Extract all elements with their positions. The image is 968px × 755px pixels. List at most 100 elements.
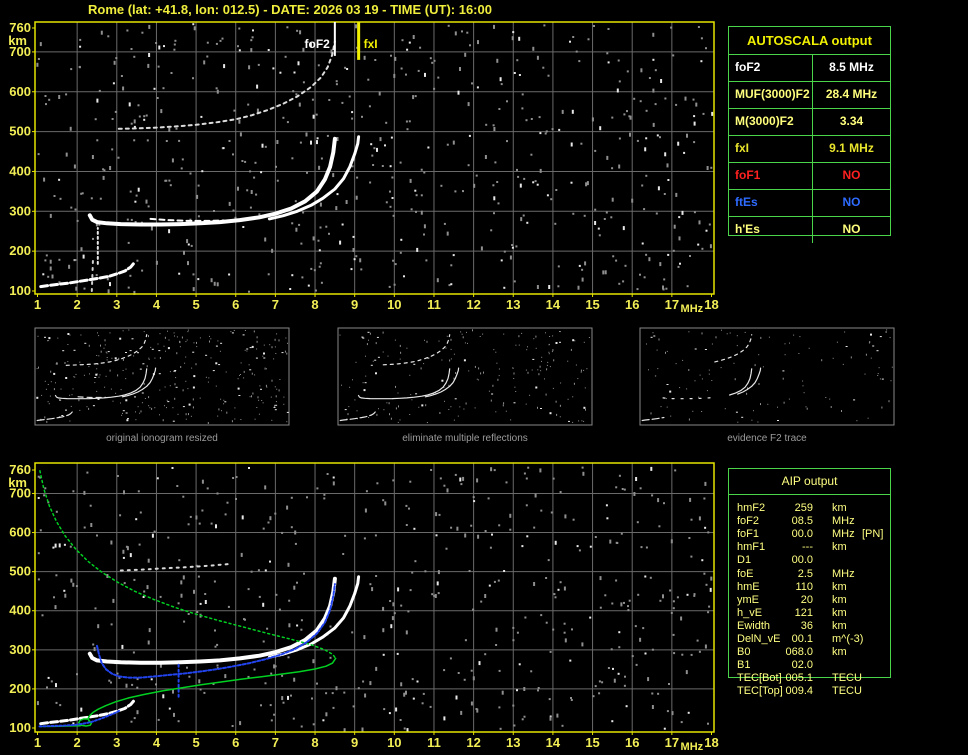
autoscala-param-value: NO	[813, 190, 890, 216]
svg-text:16: 16	[625, 735, 639, 750]
autoscala-row-foF1: foF1NO	[729, 163, 890, 190]
svg-text:200: 200	[9, 681, 31, 696]
svg-text:6: 6	[232, 735, 239, 750]
autoscala-param-name: h'Es	[729, 217, 813, 243]
aip-param-name: B1	[737, 659, 750, 671]
aip-param-unit: MHz	[832, 568, 855, 580]
autoscala-param-name: MUF(3000)F2	[729, 82, 813, 108]
aip-param-value: 00.0	[764, 528, 813, 540]
svg-text:300: 300	[9, 203, 31, 218]
hop-dots-path	[121, 564, 232, 571]
aip-param-value: 00.1	[764, 633, 813, 645]
svg-text:9: 9	[351, 297, 358, 312]
svg-text:8: 8	[311, 297, 318, 312]
aip-param-name: foE	[737, 568, 754, 580]
svg-text:15: 15	[585, 297, 599, 312]
aip-param-name: foF2	[737, 515, 759, 527]
bottom-profile-plot-series	[40, 471, 359, 727]
autoscala-row-MUF(3000)F2: MUF(3000)F228.4 MHz	[729, 82, 890, 109]
e-trace-path	[41, 700, 135, 724]
top-ionogram-plot-x-unit: MHz	[681, 303, 704, 315]
autoscala-param-value: 28.4 MHz	[813, 82, 890, 108]
marker-label-fxI: fxI	[364, 37, 378, 51]
svg-text:10: 10	[387, 297, 401, 312]
thumbnail-caption-evidence: evidence F2 trace	[640, 433, 894, 444]
autoscala-table-header: AUTOSCALA output	[729, 27, 890, 55]
aip-row-foF2: foF2 08.5 MHz	[728, 515, 903, 528]
svg-text:6: 6	[232, 297, 239, 312]
bottom-profile-plot-x-unit: MHz	[681, 741, 704, 753]
aip-param-value: 36	[764, 620, 813, 632]
aip-param-name: foF1	[737, 528, 759, 540]
svg-text:5: 5	[192, 735, 199, 750]
thumbnail-caption-eliminate: eliminate multiple reflections	[338, 433, 592, 444]
aip-row-h_vE: h_vE121km	[728, 607, 903, 620]
aip-row-ymE: ymE20km	[728, 594, 903, 607]
aip-param-unit: km	[832, 594, 847, 606]
svg-text:12: 12	[466, 297, 480, 312]
autoscala-row-ftEs: ftEsNO	[729, 190, 890, 217]
svg-text:10: 10	[387, 735, 401, 750]
autoscala-row-h'Es: h'EsNO	[729, 217, 890, 243]
f2-x-rise-path	[269, 577, 358, 658]
aip-param-value: 2.5	[764, 568, 813, 580]
aip-param-unit: TECU	[832, 672, 862, 684]
vertical-streak-2-path	[92, 259, 93, 291]
autoscala-row-M(3000)F2: M(3000)F23.34	[729, 109, 890, 136]
autoscala-param-name: foF1	[729, 163, 813, 189]
svg-text:400: 400	[9, 603, 31, 618]
aip-param-unit: km	[832, 541, 847, 553]
bottom-profile-plot-noise	[37, 467, 712, 733]
aip-header-divider	[728, 494, 891, 495]
aip-param-name: B0	[737, 646, 750, 658]
svg-text:14: 14	[546, 735, 561, 750]
autoscala-param-value: NO	[813, 217, 890, 243]
second-hop-path	[119, 42, 335, 129]
aip-param-unit: MHz	[832, 515, 855, 527]
aip-param-unit: km	[832, 581, 847, 593]
svg-text:11: 11	[427, 735, 441, 750]
svg-text:600: 600	[9, 525, 31, 540]
autoscala-param-value: 9.1 MHz	[813, 136, 890, 162]
aip-param-unit: TECU	[832, 685, 862, 697]
aip-param-name: ymE	[737, 594, 759, 606]
autoscala-row-foF2: foF28.5 MHz	[729, 55, 890, 82]
autoscala-output-table: AUTOSCALA output foF28.5 MHzMUF(3000)F22…	[728, 26, 891, 236]
top-ionogram-plot-grid	[35, 22, 714, 294]
aip-param-unit: km	[832, 646, 847, 658]
svg-text:8: 8	[311, 735, 318, 750]
autoscala-param-name: M(3000)F2	[729, 109, 813, 135]
autoscala-param-value: 3.34	[813, 109, 890, 135]
aip-row-D1: D100.0	[728, 554, 903, 567]
f2-x-flat-thumb0-path	[78, 397, 105, 398]
svg-text:4: 4	[153, 297, 161, 312]
aip-row-hmF2: hmF2259km	[728, 502, 903, 515]
svg-text:18: 18	[704, 735, 718, 750]
svg-text:13: 13	[506, 735, 520, 750]
bottom-profile-plot-border	[35, 463, 714, 732]
aip-param-note: [PN]	[862, 528, 883, 540]
aip-row-Ewidth: Ewidth36km	[728, 620, 903, 633]
svg-text:1: 1	[34, 297, 41, 312]
svg-text:500: 500	[9, 564, 31, 579]
svg-text:11: 11	[427, 297, 441, 312]
aip-row-foE: foE 2.5 MHz	[728, 568, 903, 581]
aip-param-value: 08.5	[764, 515, 813, 527]
svg-text:16: 16	[625, 297, 639, 312]
autoscala-param-name: foF2	[729, 55, 813, 81]
autoscala-param-value: NO	[813, 163, 890, 189]
aip-param-unit: MHz	[832, 528, 855, 540]
svg-text:2: 2	[74, 735, 81, 750]
aip-param-name: h_vE	[737, 607, 762, 619]
e-trace-path	[41, 262, 135, 286]
bottom-profile-plot-grid	[35, 463, 714, 732]
svg-text:100: 100	[9, 283, 31, 298]
svg-text:200: 200	[9, 243, 31, 258]
svg-text:12: 12	[466, 735, 480, 750]
svg-text:17: 17	[665, 735, 679, 750]
svg-text:400: 400	[9, 163, 31, 178]
svg-text:17: 17	[665, 297, 679, 312]
top-ionogram-plot: 123456789101112131415161718MHz1002003004…	[8, 20, 719, 315]
aip-param-value: 121	[764, 607, 813, 619]
svg-text:300: 300	[9, 642, 31, 657]
